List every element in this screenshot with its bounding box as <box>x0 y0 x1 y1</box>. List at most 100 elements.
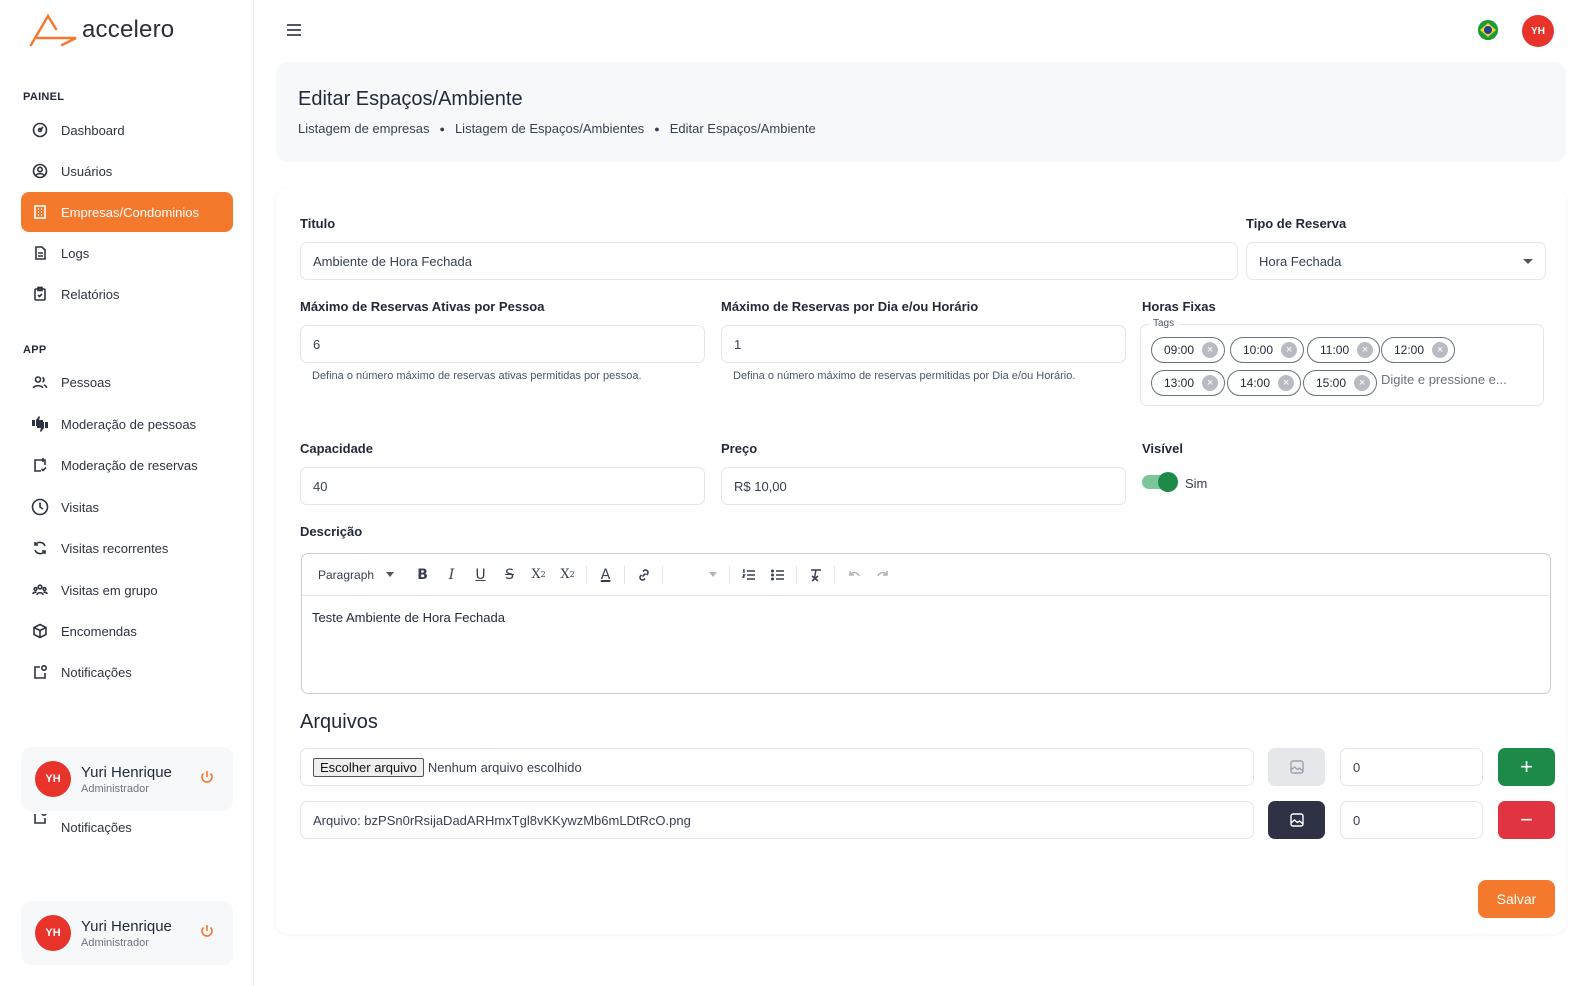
breadcrumb-current: Editar Espaços/Ambiente <box>669 121 816 136</box>
sidebar-item-label: Encomendas <box>61 623 137 639</box>
sidebar-item-dashboard[interactable]: Dashboard <box>21 110 233 150</box>
preco-label: Preço <box>721 441 758 456</box>
tag-chip: 13:00 × <box>1151 370 1226 396</box>
italic-icon[interactable]: I <box>437 562 466 588</box>
tag-chip: 14:00 × <box>1227 370 1302 396</box>
close-icon[interactable]: × <box>1354 375 1371 391</box>
sidebar-item-pessoas[interactable]: Pessoas <box>21 362 233 402</box>
bold-icon[interactable]: B <box>408 562 437 588</box>
sidebar-item-relatorios[interactable]: Relatórios <box>21 274 233 314</box>
close-icon[interactable]: × <box>1281 342 1298 358</box>
max-dia-label: Máximo de Reservas por Dia e/ou Horário <box>721 299 979 314</box>
plus-icon: + <box>1520 754 1533 779</box>
sidebar-item-visitas-recorrentes[interactable]: Visitas recorrentes <box>21 528 233 568</box>
superscript-icon[interactable]: X2 <box>553 562 582 588</box>
brazil-flag-icon[interactable] <box>1478 20 1498 40</box>
sidebar-item-encomendas[interactable]: Encomendas <box>21 611 233 651</box>
bullet-list-icon[interactable] <box>763 562 792 588</box>
order-input[interactable]: 0 <box>1340 801 1483 839</box>
tag-label: 10:00 <box>1243 343 1274 357</box>
descricao-label: Descrição <box>300 524 363 539</box>
sidebar-item-label: Moderação de pessoas <box>61 416 197 432</box>
avatar: YH <box>35 915 71 951</box>
user-card[interactable]: YH Yuri Henrique Administrador <box>21 747 233 811</box>
tag-label: 11:00 <box>1320 343 1350 357</box>
sidebar-item-logs[interactable]: Logs <box>21 233 233 273</box>
existing-file-field: Arquivo: bzPSn0rRsijaDadARHmxTgl8vKKywzM… <box>300 801 1254 839</box>
capacidade-label: Capacidade <box>300 441 373 456</box>
chevron-down-icon <box>1523 259 1533 264</box>
user-card[interactable]: YH Yuri Henrique Administrador <box>21 901 233 965</box>
view-image-button[interactable] <box>1268 801 1325 839</box>
remove-file-button[interactable]: − <box>1498 801 1555 839</box>
hamburger-menu-icon[interactable] <box>284 20 304 40</box>
add-file-button[interactable]: + <box>1498 748 1555 786</box>
sidebar-item-visitas-grupo[interactable]: Visitas em grupo <box>21 570 233 610</box>
link-icon[interactable] <box>629 562 658 588</box>
section-label-app: APP <box>23 344 47 356</box>
ordered-list-icon[interactable] <box>734 562 763 588</box>
section-label-painel: PAINEL <box>23 91 65 103</box>
toggle-knob <box>1158 472 1178 492</box>
file-input[interactable]: Escolher arquivo Nenhum arquivo escolhid… <box>300 748 1254 786</box>
underline-icon[interactable]: U <box>466 562 495 588</box>
undo-icon[interactable] <box>839 562 868 588</box>
max-ativas-input[interactable]: 6 <box>300 325 705 363</box>
max-ativas-helper: Defina o número máximo de reservas ativa… <box>312 370 642 382</box>
sidebar-item-notificacoes[interactable]: Notificações <box>21 652 233 692</box>
breadcrumb-separator: ● <box>439 123 445 134</box>
capacidade-input[interactable]: 40 <box>300 467 705 505</box>
tag-label: 14:00 <box>1240 376 1271 390</box>
redo-icon[interactable] <box>868 562 897 588</box>
editor-content[interactable]: Teste Ambiente de Hora Fechada <box>302 596 1550 639</box>
choose-file-button[interactable]: Escolher arquivo <box>313 757 424 777</box>
visivel-toggle[interactable] <box>1142 472 1178 492</box>
font-size-select[interactable] <box>667 572 718 577</box>
breadcrumb-link[interactable]: Listagem de empresas <box>298 121 430 136</box>
titulo-label: Titulo <box>300 216 336 231</box>
strikethrough-icon[interactable]: S <box>495 562 524 588</box>
text-color-icon[interactable]: A <box>591 562 620 588</box>
close-icon[interactable]: × <box>1432 342 1449 358</box>
clear-format-icon[interactable] <box>801 562 830 588</box>
sidebar-item-label: Relatórios <box>61 286 120 302</box>
tag-chip: 10:00 × <box>1230 337 1305 363</box>
order-input[interactable]: 0 <box>1340 748 1483 786</box>
sidebar-item-label: Visitas <box>61 499 100 515</box>
sidebar-item-label: Visitas recorrentes <box>61 540 169 556</box>
paragraph-select[interactable]: Paragraph <box>318 568 395 582</box>
close-icon[interactable]: × <box>1202 342 1219 358</box>
close-icon[interactable]: × <box>1278 375 1295 391</box>
user-role: Administrador <box>81 936 149 949</box>
sidebar-item-moderacao-pessoas[interactable]: Moderação de pessoas <box>21 404 233 444</box>
logo[interactable]: accelero <box>28 12 174 48</box>
power-icon[interactable] <box>199 769 215 788</box>
sidebar-item-empresas[interactable]: Empresas/Condominios <box>21 192 233 232</box>
minus-icon: − <box>1520 807 1533 832</box>
breadcrumb-link[interactable]: Listagem de Espaços/Ambientes <box>455 121 644 136</box>
close-icon[interactable]: × <box>1357 342 1374 358</box>
chevron-down-icon <box>386 572 395 577</box>
tag-input[interactable]: Digite e pressione e... <box>1381 372 1507 387</box>
dashboard-icon <box>31 121 49 139</box>
sidebar-item-usuarios[interactable]: Usuários <box>21 151 233 191</box>
sidebar-item-moderacao-reservas[interactable]: Moderação de reservas <box>21 445 233 485</box>
image-preview-button[interactable] <box>1268 748 1325 786</box>
sidebar-item-label: Moderação de reservas <box>61 457 198 473</box>
horas-fixas-tags[interactable]: Tags 09:00 × 10:00 × 11:00 × 12:00 × 13:00 × … <box>1140 318 1544 406</box>
close-icon[interactable]: × <box>1202 375 1219 391</box>
subscript-icon[interactable]: X2 <box>524 562 553 588</box>
sidebar-item-label: Empresas/Condominios <box>61 204 200 220</box>
tipo-reserva-select[interactable]: Hora Fechada <box>1246 242 1546 280</box>
max-dia-input[interactable]: 1 <box>721 325 1126 363</box>
preco-input[interactable]: R$ 10,00 <box>721 467 1126 505</box>
package-icon <box>31 622 49 640</box>
sidebar-item-visitas[interactable]: Visitas <box>21 487 233 527</box>
power-icon[interactable] <box>199 923 215 942</box>
top-avatar[interactable]: YH <box>1522 15 1554 47</box>
sidebar-item-notificacoes-ghost[interactable]: Notificações <box>21 814 233 842</box>
titulo-input[interactable]: Ambiente de Hora Fechada <box>300 242 1238 280</box>
tags-legend: Tags <box>1149 318 1179 329</box>
save-button[interactable]: Salvar <box>1478 880 1555 918</box>
file-icon <box>31 244 49 262</box>
